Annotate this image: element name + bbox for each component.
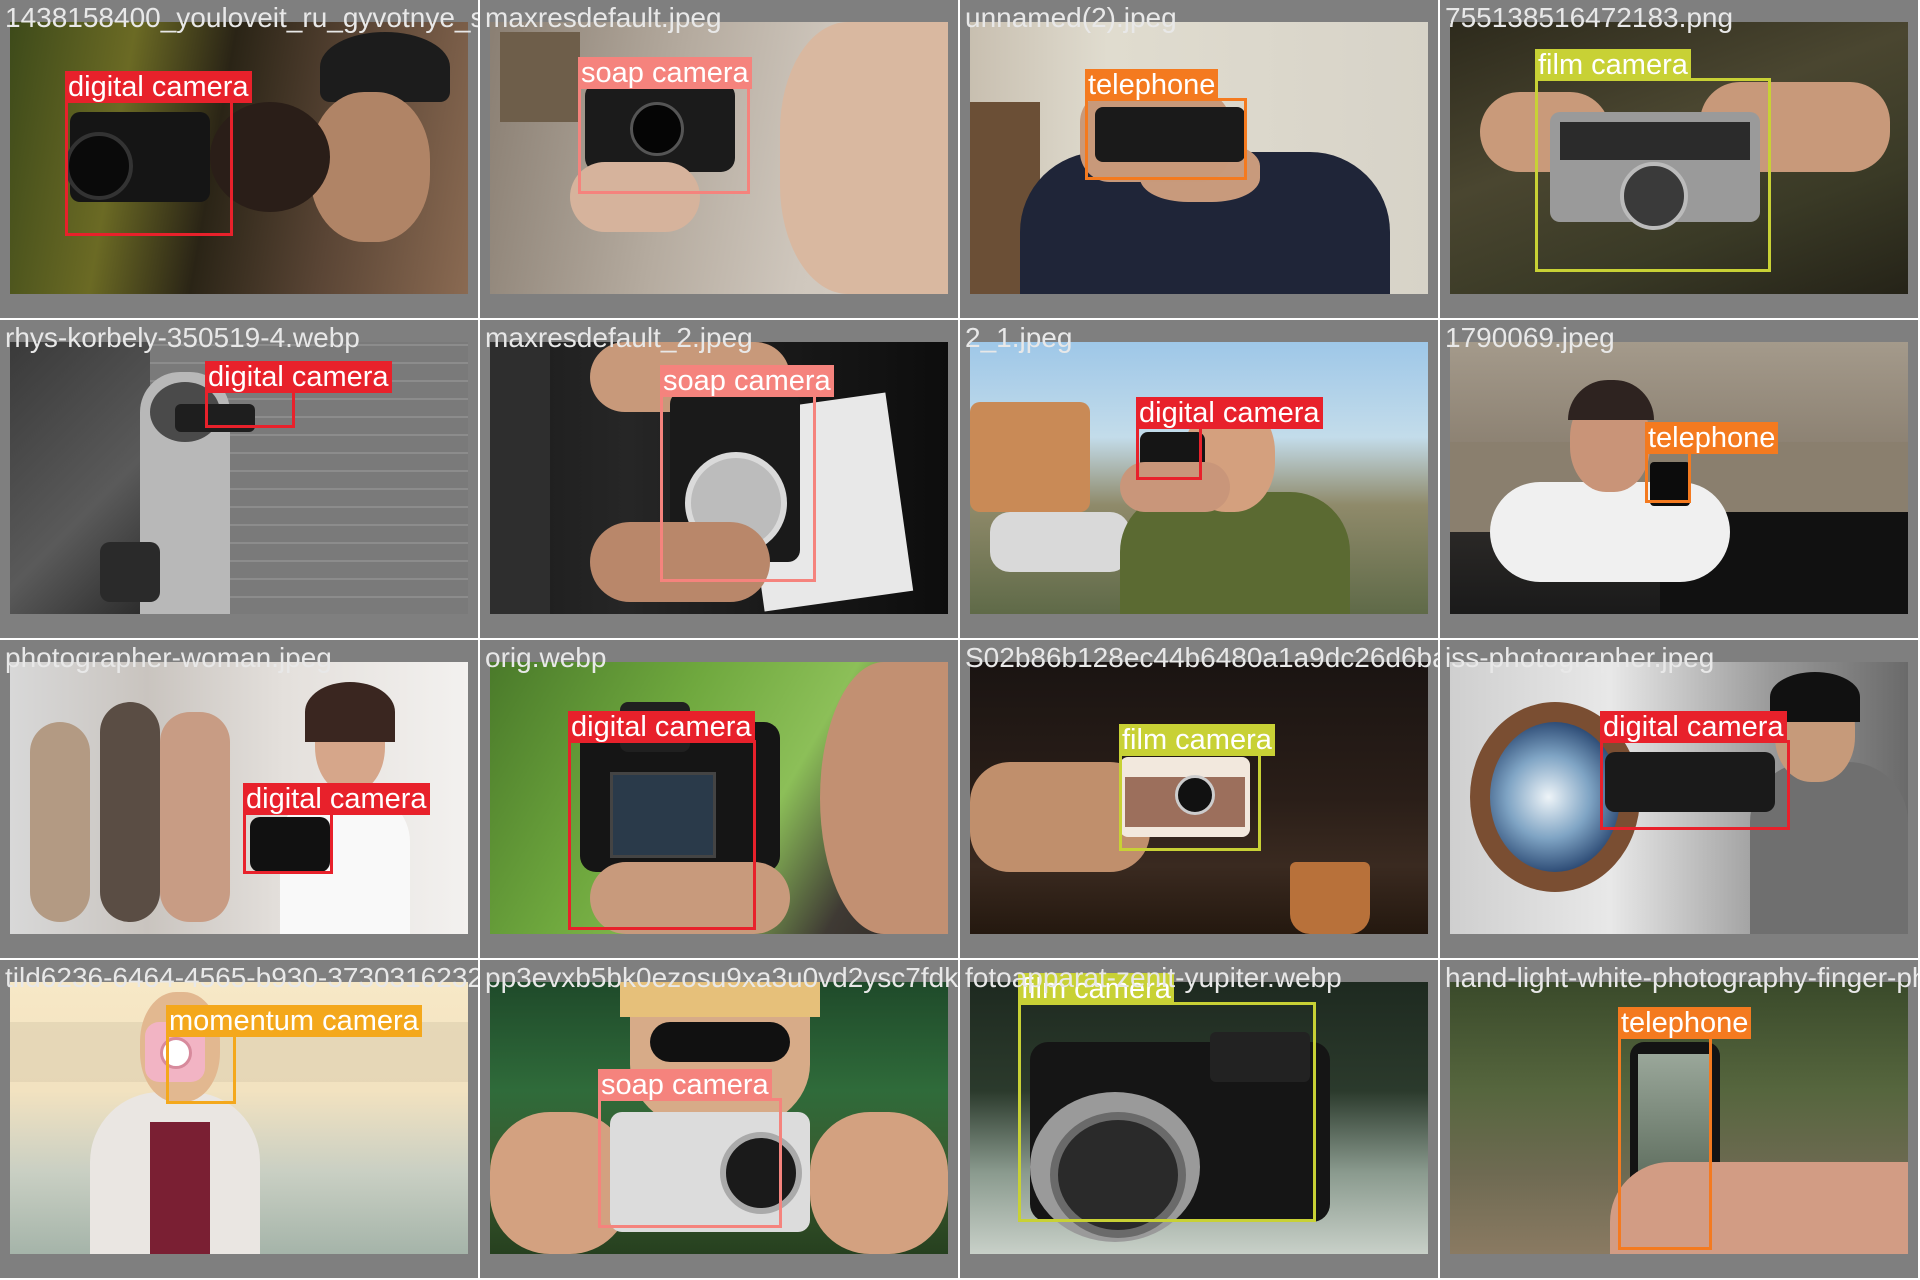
image-filename: 1438158400_youloveit_ru_gyvotnye_s_kamer… (5, 2, 480, 33)
result-tile[interactable]: film camera 755138516472183.png (1440, 0, 1920, 320)
detection-box: soap camera (578, 57, 752, 194)
result-tile[interactable]: telephone 1790069.jpeg (1440, 320, 1920, 640)
detection-label: digital camera (65, 71, 252, 103)
detection-box: digital camera (1136, 397, 1323, 480)
result-tile[interactable]: digital camera rhys-korbely-350519-4.web… (0, 320, 480, 640)
result-tile[interactable]: digital camera orig.webp (480, 640, 960, 960)
detection-results-grid: digital camera 1438158400_youloveit_ru_g… (0, 0, 1920, 1280)
detection-label: telephone (1618, 1007, 1752, 1039)
image-filename: iss-photographer.jpeg (1445, 642, 1715, 673)
image-filename: fotoapparat-zenit-yupiter.webp (965, 962, 1342, 993)
image-filename: 755138516472183.png (1445, 2, 1734, 33)
result-tile[interactable]: soap camera maxresdefault_2.jpeg (480, 320, 960, 640)
detection-label: digital camera (568, 711, 755, 743)
detection-label: digital camera (1136, 397, 1323, 429)
detection-box: digital camera (1600, 711, 1790, 830)
detection-label: film camera (1119, 724, 1275, 756)
detection-box: film camera (1119, 724, 1275, 851)
detection-box: telephone (1645, 422, 1779, 503)
result-tile[interactable]: telephone hand-light-white-photography-f… (1440, 960, 1920, 1280)
detection-box: digital camera (568, 711, 756, 930)
result-tile[interactable]: digital camera 1438158400_youloveit_ru_g… (0, 0, 480, 320)
result-tile[interactable]: soap camera pp3evxb5bk0ezosu9xa3u0vd2ysc… (480, 960, 960, 1280)
detection-label: digital camera (1600, 711, 1787, 743)
detection-label: soap camera (598, 1069, 772, 1101)
image-filename: unnamed(2).jpeg (965, 2, 1177, 33)
image-filename: 2_1.jpeg (965, 322, 1073, 353)
detection-box: telephone (1618, 1007, 1752, 1250)
result-tile[interactable]: digital camera iss-photographer.jpeg (1440, 640, 1920, 960)
detection-box: telephone (1085, 69, 1247, 180)
detection-box: film camera (1018, 973, 1316, 1222)
image-filename: tild6236-6464-4565-b930-373031623234__no… (5, 962, 478, 993)
image-filename: photographer-woman.jpeg (5, 642, 332, 673)
result-tile[interactable]: digital camera photographer-woman.jpeg (0, 640, 480, 960)
detection-box: soap camera (660, 365, 834, 582)
detection-label: digital camera (205, 361, 392, 393)
image-filename: 1790069.jpeg (1445, 322, 1615, 353)
detection-box: digital camera (243, 783, 430, 874)
result-tile[interactable]: film camera S02b86b128ec44b6480a1a9dc26d… (960, 640, 1440, 960)
result-tile[interactable]: soap camera maxresdefault.jpeg (480, 0, 960, 320)
detection-label: digital camera (243, 783, 430, 815)
image-filename: orig.webp (485, 642, 607, 673)
detection-label: film camera (1535, 49, 1691, 81)
detection-box: momentum camera (166, 1005, 422, 1104)
image-filename: hand-light-white-photography-finger-phon… (1445, 962, 1918, 993)
image-filename: rhys-korbely-350519-4.webp (5, 322, 360, 353)
detection-label: telephone (1085, 69, 1219, 101)
image-filename: pp3evxb5bk0ezosu9xa3u0vd2ysc7fdk.jpeg (485, 962, 959, 993)
image-filename: maxresdefault.jpeg (485, 2, 722, 33)
detection-label: soap camera (578, 57, 752, 89)
detection-label: soap camera (660, 365, 834, 397)
detection-box: digital camera (205, 361, 392, 428)
result-tile[interactable]: momentum camera tild6236-6464-4565-b930-… (0, 960, 480, 1280)
detection-box: film camera (1535, 49, 1771, 272)
detection-label: momentum camera (166, 1005, 422, 1037)
image-filename: S02b86b128ec44b6480a1a9dc26d6ba1b8p.jpeg (965, 642, 1438, 673)
detection-label: telephone (1645, 422, 1779, 454)
result-tile[interactable]: digital camera 2_1.jpeg (960, 320, 1440, 640)
detection-box: soap camera (598, 1069, 782, 1228)
result-tile[interactable]: telephone unnamed(2).jpeg (960, 0, 1440, 320)
image-filename: maxresdefault_2.jpeg (485, 322, 753, 353)
detection-box: digital camera (65, 71, 252, 236)
result-tile[interactable]: film camera fotoapparat-zenit-yupiter.we… (960, 960, 1440, 1280)
